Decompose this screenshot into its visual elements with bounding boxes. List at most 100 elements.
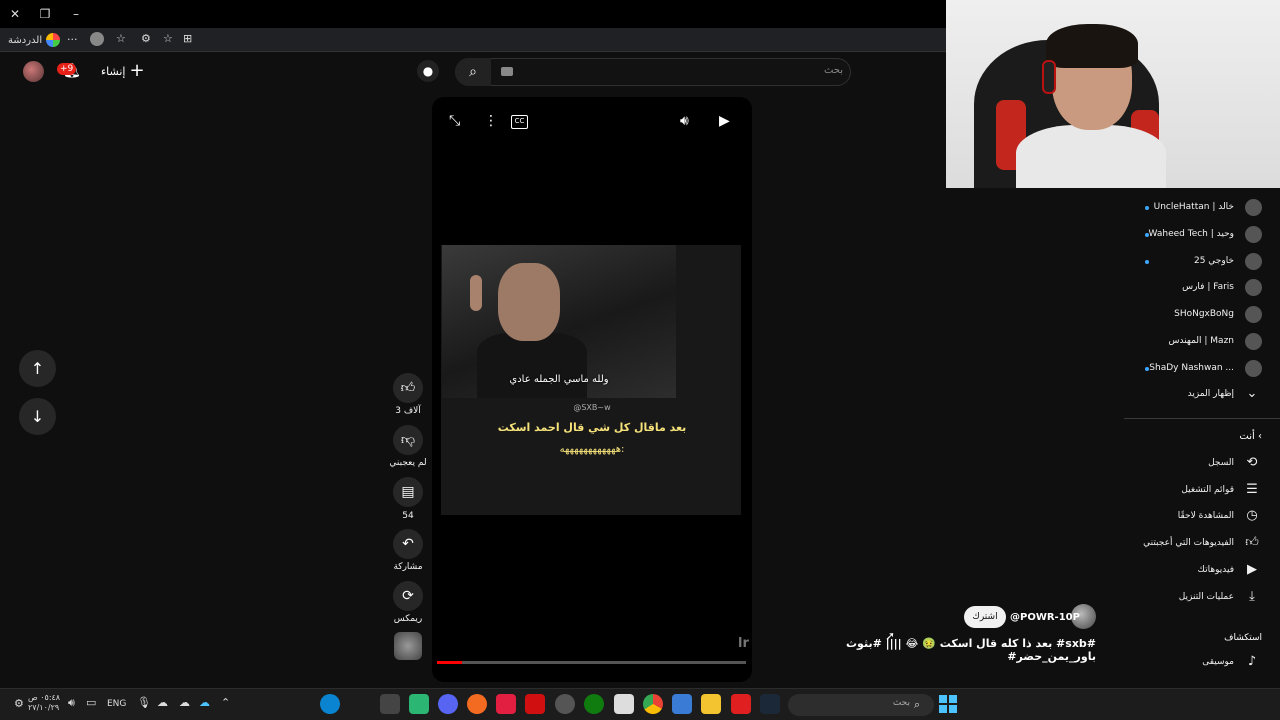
channel-avatar-icon — [1245, 199, 1262, 216]
fullscreen-icon[interactable]: ⤡ — [449, 113, 460, 129]
discord-taskbar-icon[interactable] — [438, 694, 458, 714]
playlist-icon: ☰ — [1246, 482, 1258, 497]
sidebar-item-video[interactable]: فيديوهاتك ▶ — [1120, 558, 1270, 584]
previous-short-button[interactable]: ↑ — [19, 350, 56, 387]
clock[interactable]: ٠٥:٤٨ ص ٢٧/١٠/٢٩ — [28, 693, 60, 713]
video-title: بعد ذا كله قال اسكت 🤢 😂 |||| #بثوث #sxb#… — [846, 637, 1096, 663]
taskbar-search-input[interactable]: بحث — [870, 698, 910, 708]
restore-window-button[interactable]: ❐ — [36, 6, 54, 22]
create-button[interactable]: إنشاء + — [101, 60, 145, 81]
sidebar-subscription-item[interactable]: SHoNgxBoNg — [1120, 302, 1270, 328]
mic-tray-icon[interactable]: 🎙︎ — [137, 696, 151, 709]
remix-button[interactable]: ⟳ — [393, 581, 423, 611]
onedrive-icon[interactable]: ☁ — [157, 696, 168, 709]
xbox-taskbar-icon[interactable] — [584, 694, 604, 714]
windows-start-icon[interactable] — [939, 695, 957, 713]
extensions-icon[interactable]: ⚙ — [141, 32, 151, 45]
channel-avatar-icon — [1245, 306, 1262, 323]
subscription-name: SHoNgxBoNg — [1174, 309, 1234, 319]
show-more-button[interactable]: إظهار المزيد ⌄ — [1120, 382, 1270, 408]
taskbar-search-box[interactable] — [788, 694, 934, 716]
sidebar-item-download[interactable]: عمليات التنزيل ⤓ — [1120, 585, 1270, 611]
network-icon[interactable]: ▭ — [86, 696, 96, 709]
keyboard-icon[interactable] — [501, 67, 513, 76]
language-indicator[interactable]: ENG — [107, 699, 126, 709]
app-taskbar-icon[interactable] — [380, 694, 400, 714]
like-count: 3 آلاف — [395, 406, 421, 416]
clip-handle: @SXB~w — [573, 403, 611, 412]
youtube-taskbar-icon[interactable] — [731, 694, 751, 714]
account-avatar[interactable] — [23, 61, 44, 82]
plus-icon: + — [129, 60, 145, 81]
sidebar-item-clock[interactable]: المشاهدة لاحقًا ◷ — [1120, 504, 1270, 530]
edge-taskbar-icon[interactable] — [320, 694, 340, 714]
collections-icon[interactable]: ⊞ — [183, 32, 192, 45]
sidebar-subscription-item[interactable]: Waheed Tech | وحيد — [1120, 222, 1270, 248]
steam-tool-taskbar-icon[interactable] — [555, 694, 575, 714]
dislike-button[interactable]: 👎︎ — [393, 425, 423, 455]
video-caption-line1: بعد ماقال كل شي قال احمد اسكت — [497, 421, 687, 434]
store-taskbar-icon[interactable] — [672, 694, 692, 714]
clip-caption: ولله ماسي الجمله عادي — [509, 374, 609, 385]
subscribe-button[interactable]: اشترك — [964, 606, 1006, 628]
sidebar-item-like[interactable]: الفيديوهات التي أعجبتني 👍︎ — [1120, 531, 1270, 557]
sidebar-item-label: قوائم التشغيل — [1181, 485, 1234, 495]
channel-name[interactable]: @POWR-10P — [1010, 612, 1080, 623]
clock-time: ٠٥:٤٨ ص — [28, 693, 61, 702]
workspace-button[interactable]: الدردشة — [8, 33, 61, 47]
app-taskbar-icon-2[interactable] — [467, 694, 487, 714]
sidebar-item-history[interactable]: السجل ⟲ — [1120, 451, 1270, 477]
cloud-icon[interactable]: ☁ — [199, 696, 210, 709]
playback-progress-bar[interactable] — [437, 661, 746, 664]
volume-tray-icon[interactable]: 🔊︎ — [68, 696, 75, 710]
sidebar-subscription-item[interactable]: خاوجي 25 — [1120, 249, 1270, 275]
whatsapp-taskbar-icon[interactable] — [409, 694, 429, 714]
share-button[interactable]: ↶ — [393, 529, 423, 559]
notepad-taskbar-icon[interactable] — [614, 694, 634, 714]
sound-avatar[interactable] — [394, 632, 422, 660]
channel-avatar-icon — [1245, 253, 1262, 270]
settings-icon[interactable]: ⚙ — [14, 697, 24, 710]
like-button[interactable]: 👍︎ — [393, 373, 423, 403]
sidebar-item-playlist[interactable]: قوائم التشغيل ☰ — [1120, 478, 1270, 504]
favorites-icon[interactable]: ☆ — [116, 32, 126, 45]
onedrive-sync-icon[interactable]: ☁ — [179, 696, 190, 709]
copilot-icon — [46, 33, 61, 47]
minimize-window-button[interactable]: – — [67, 6, 85, 22]
volume-icon[interactable]: 🔊︎ — [680, 113, 689, 129]
sidebar-subscription-item[interactable]: المهندس | Mazn — [1120, 329, 1270, 355]
profile-icon[interactable] — [90, 32, 104, 46]
notifications-badge: +9 — [57, 63, 77, 75]
sidebar-subscription-item[interactable]: UncleHattan | خالد — [1120, 195, 1270, 221]
sidebar-item-music[interactable]: موسيقى ♪ — [1120, 650, 1270, 676]
close-window-button[interactable]: ✕ — [6, 6, 24, 22]
file-explorer-taskbar-icon[interactable] — [701, 694, 721, 714]
next-short-button[interactable]: ↓ — [19, 398, 56, 435]
wps-taskbar-icon[interactable] — [525, 694, 545, 714]
you-section-heading[interactable]: أنت ‹ — [1150, 431, 1262, 442]
search-icon[interactable]: ⌕ — [455, 58, 491, 86]
add-favorite-icon[interactable]: ☆ — [163, 32, 173, 45]
app-taskbar-icon-3[interactable] — [496, 694, 516, 714]
comments-button[interactable]: ▤ — [393, 477, 423, 507]
search-input[interactable]: بحث — [795, 65, 843, 76]
search-box[interactable] — [455, 58, 851, 86]
play-icon[interactable]: ▶ — [719, 113, 730, 129]
steam-taskbar-icon[interactable] — [760, 694, 780, 714]
webcam-overlay — [946, 0, 1280, 188]
new-content-dot — [1145, 233, 1149, 237]
sidebar-subscription-item[interactable]: فارس | Faris — [1120, 275, 1270, 301]
workspace-label: الدردشة — [8, 34, 43, 46]
clock-icon: ◷ — [1246, 508, 1258, 523]
sidebar-subscription-item[interactable]: ShaDy Nashwan ... — [1120, 356, 1270, 382]
voice-search-icon[interactable]: ● — [417, 60, 439, 82]
chrome-taskbar-icon[interactable] — [643, 694, 663, 714]
sidebar-divider — [1124, 418, 1280, 419]
more-options-icon[interactable]: ⋮ — [484, 113, 498, 129]
chevron-down-icon: ⌄ — [1246, 386, 1258, 401]
channel-avatar-icon — [1245, 360, 1262, 377]
captions-icon[interactable]: CC — [511, 115, 528, 129]
create-label: إنشاء — [101, 64, 126, 78]
chevron-up-icon[interactable]: ⌃ — [221, 696, 230, 709]
more-menu-button[interactable]: ··· — [67, 33, 78, 46]
